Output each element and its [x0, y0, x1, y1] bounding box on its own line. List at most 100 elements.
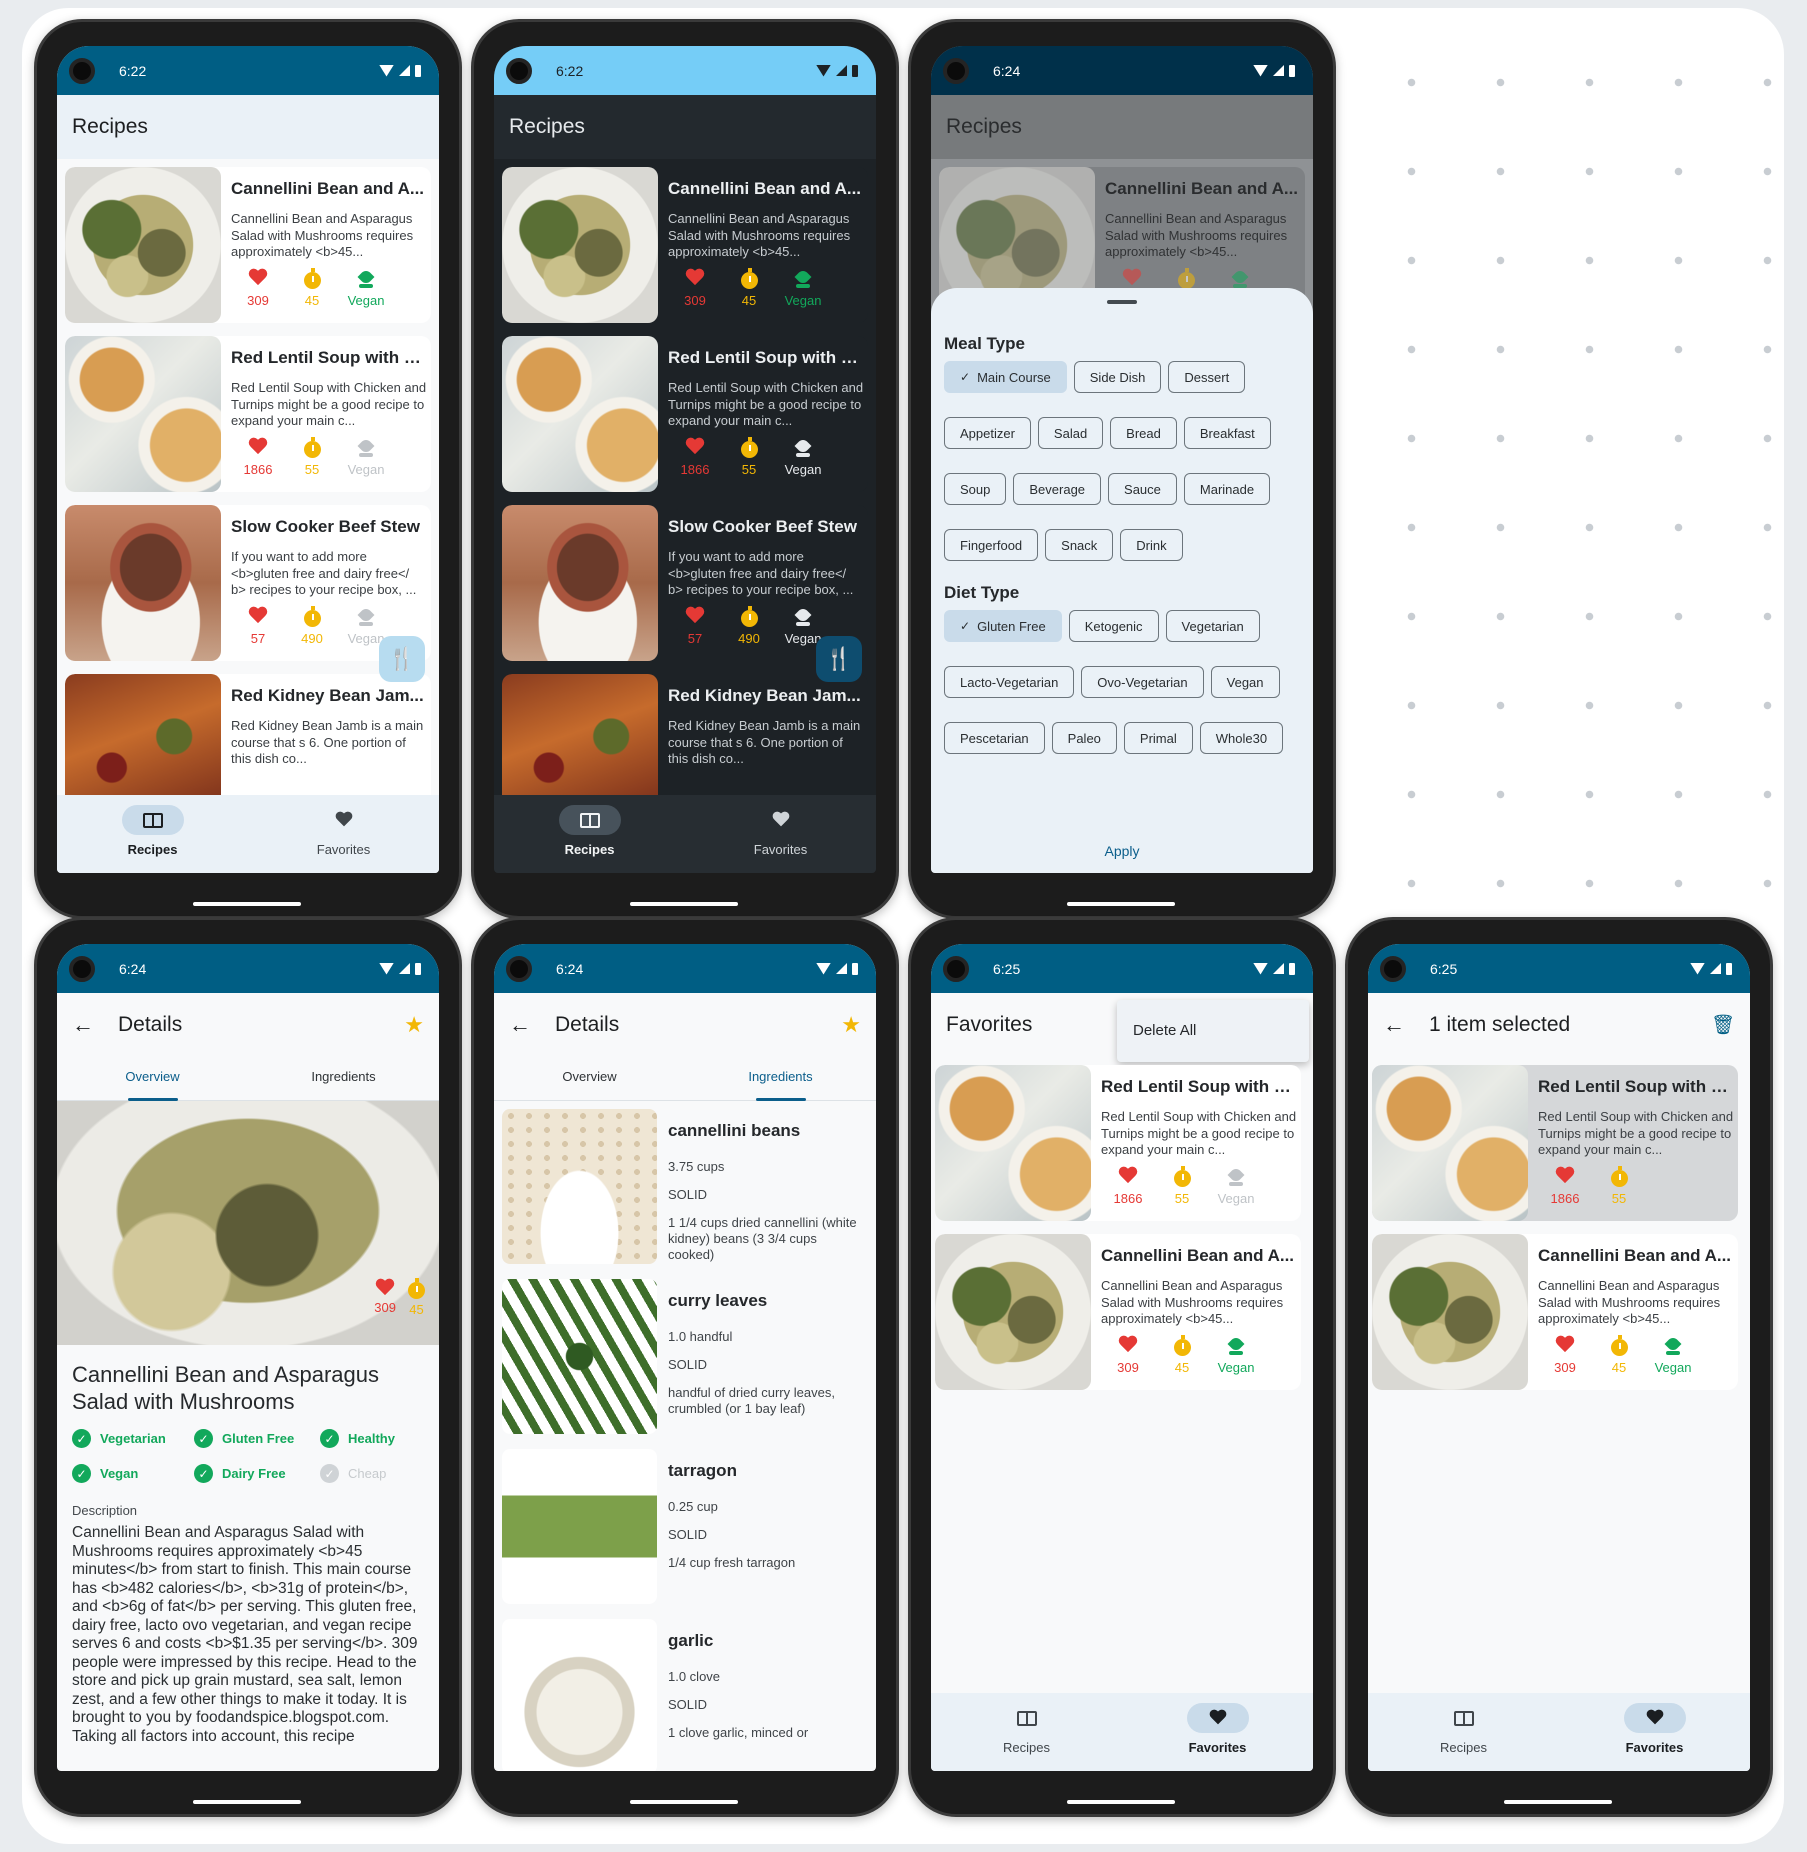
- heart-icon: [1118, 1167, 1138, 1185]
- recipe-hero-image: 309 45: [57, 1101, 439, 1345]
- diet-chip[interactable]: Gluten Free: [944, 610, 1062, 642]
- recipe-description: Cannellini Bean and Asparagus Salad with…: [1538, 1278, 1721, 1326]
- star-icon[interactable]: ★: [841, 1012, 861, 1038]
- tab-overview[interactable]: Overview: [494, 1057, 685, 1100]
- meal-chip[interactable]: Sauce: [1108, 473, 1177, 505]
- likes-count: 309: [684, 293, 706, 308]
- gesture-bar: [630, 1800, 738, 1804]
- tab-ingredients[interactable]: Ingredients: [685, 1057, 876, 1101]
- meal-chip[interactable]: Appetizer: [944, 417, 1031, 449]
- apply-button[interactable]: Apply: [931, 843, 1313, 859]
- wifi-icon: [379, 64, 394, 77]
- clock-icon: [1173, 1166, 1191, 1187]
- meal-chip[interactable]: Bread: [1110, 417, 1177, 449]
- nav-favorites[interactable]: Favorites: [1559, 1693, 1750, 1771]
- nav-favorites[interactable]: Favorites: [685, 795, 876, 873]
- gesture-bar: [1504, 1800, 1612, 1804]
- trash-icon[interactable]: 🗑: [1711, 1013, 1735, 1037]
- back-arrow-icon[interactable]: ←: [1383, 1012, 1405, 1038]
- phone-recipes-light: 6:22 Recipes Cannellini Bean and A... Ca…: [34, 19, 462, 919]
- badge-label: Dairy Free: [222, 1466, 286, 1481]
- clock-icon: [740, 268, 758, 289]
- leaf-icon: [1227, 1336, 1245, 1356]
- favorite-card-selected[interactable]: Red Lentil Soup with C... Red Lentil Sou…: [1372, 1065, 1738, 1221]
- leaf-icon: [1227, 1167, 1245, 1187]
- diet-badge: ✓ Vegetarian: [72, 1429, 194, 1448]
- screen: 6:22 Recipes Cannellini Bean and A... Ca…: [57, 46, 439, 873]
- diet-chip[interactable]: Ketogenic: [1068, 610, 1159, 642]
- minutes-count: 45: [1611, 1360, 1627, 1375]
- nav-label: Favorites: [1188, 1740, 1247, 1755]
- camera-cutout: [69, 955, 95, 982]
- diet-chip[interactable]: Primal: [1123, 722, 1193, 754]
- recipe-title: Red Kidney Bean Jam...: [231, 686, 424, 705]
- battery-icon: [852, 64, 858, 77]
- recipe-image: [65, 167, 221, 323]
- meal-chip[interactable]: Snack: [1045, 529, 1114, 561]
- drag-handle[interactable]: [1107, 300, 1137, 304]
- diet-chip[interactable]: Vegan: [1210, 666, 1280, 698]
- recipe-card[interactable]: Slow Cooker Beef Stew If you want to add…: [65, 505, 431, 661]
- recipe-title: Slow Cooker Beef Stew: [668, 517, 857, 536]
- diet-chip[interactable]: Pescetarian: [944, 722, 1045, 754]
- recipe-card[interactable]: Cannellini Bean and A... Cannellini Bean…: [502, 167, 868, 323]
- favorite-card[interactable]: Cannellini Bean and A... Cannellini Bean…: [935, 1234, 1301, 1390]
- phone-details-ingredients: 6:24 ← Details ★ Overview Ingredients cann…: [471, 917, 899, 1817]
- back-arrow-icon[interactable]: ←: [72, 1012, 94, 1038]
- favorite-card[interactable]: Red Lentil Soup with C... Red Lentil Sou…: [935, 1065, 1301, 1221]
- meal-chip[interactable]: Salad: [1037, 417, 1104, 449]
- meal-chip[interactable]: Marinade: [1183, 473, 1271, 505]
- tab-overview[interactable]: Overview: [57, 1057, 248, 1101]
- nav-favorites[interactable]: Favorites: [1122, 1693, 1313, 1771]
- check-circle-icon: ✓: [320, 1429, 339, 1448]
- nav-favorites[interactable]: Favorites: [248, 795, 439, 873]
- recipe-card[interactable]: Red Lentil Soup with C... Red Lentil Sou…: [502, 336, 868, 492]
- diet-chip[interactable]: Whole30: [1199, 722, 1284, 754]
- nav-recipes[interactable]: Recipes: [1368, 1693, 1559, 1771]
- meal-chip[interactable]: Drink: [1120, 529, 1183, 561]
- nav-recipes[interactable]: Recipes: [494, 795, 685, 873]
- favorite-card[interactable]: Cannellini Bean and A... Cannellini Bean…: [1372, 1234, 1738, 1390]
- back-arrow-icon[interactable]: ←: [509, 1012, 531, 1038]
- clock-icon: [303, 606, 321, 627]
- meal-chip[interactable]: Side Dish: [1073, 361, 1162, 393]
- filter-bottom-sheet: Meal Type Main CourseSide DishDessert App…: [931, 288, 1313, 873]
- clock-icon: [408, 1278, 425, 1299]
- minutes-count: 45: [409, 1302, 424, 1317]
- tab-ingredients[interactable]: Ingredients: [248, 1057, 439, 1100]
- badge-label: Healthy: [348, 1431, 395, 1446]
- diet-chip[interactable]: Ovo-Vegetarian: [1081, 666, 1204, 698]
- leaf-icon: [357, 438, 375, 458]
- wifi-icon: [1690, 962, 1705, 975]
- nav-recipes[interactable]: Recipes: [931, 1693, 1122, 1771]
- recipe-title: Cannellini Bean and A...: [1538, 1246, 1732, 1265]
- meal-chip[interactable]: Dessert: [1168, 361, 1246, 393]
- filter-fab[interactable]: 🍴: [379, 636, 425, 682]
- recipe-card[interactable]: Red Lentil Soup with C... Red Lentil Sou…: [65, 336, 431, 492]
- recipe-card[interactable]: Slow Cooker Beef Stew If you want to add…: [502, 505, 868, 661]
- meal-chip[interactable]: Fingerfood: [944, 529, 1039, 561]
- battery-icon: [1289, 962, 1295, 975]
- nav-label: Favorites: [1625, 1740, 1684, 1755]
- diet-chip[interactable]: Lacto-Vegetarian: [944, 666, 1075, 698]
- ingredient-original: 1 clove garlic, minced or: [668, 1725, 809, 1740]
- status-bar: 6:24: [57, 944, 439, 993]
- recipe-card[interactable]: Cannellini Bean and A... Cannellini Bean…: [65, 167, 431, 323]
- clock-icon: [303, 268, 321, 289]
- recipe-description: Red Kidney Bean Jamb is a main course th…: [668, 718, 861, 766]
- meal-chip[interactable]: Main Course: [944, 361, 1067, 393]
- signal-icon: [1710, 963, 1721, 974]
- delete-all-menu-item[interactable]: Delete All: [1133, 1022, 1196, 1039]
- diet-chip[interactable]: Vegetarian: [1165, 610, 1260, 642]
- meal-chip[interactable]: Soup: [944, 473, 1007, 505]
- clock-icon: [740, 606, 758, 627]
- star-icon[interactable]: ★: [404, 1012, 424, 1038]
- nav-recipes[interactable]: Recipes: [57, 795, 248, 873]
- meal-chip[interactable]: Breakfast: [1183, 417, 1271, 449]
- diet-chip[interactable]: Paleo: [1051, 722, 1117, 754]
- meal-chip[interactable]: Beverage: [1013, 473, 1102, 505]
- diet-badge: ✓ Healthy: [320, 1429, 430, 1448]
- minutes-count: 55: [1174, 1191, 1190, 1206]
- filter-fab[interactable]: 🍴: [816, 636, 862, 682]
- badge-label: Vegan: [100, 1466, 139, 1481]
